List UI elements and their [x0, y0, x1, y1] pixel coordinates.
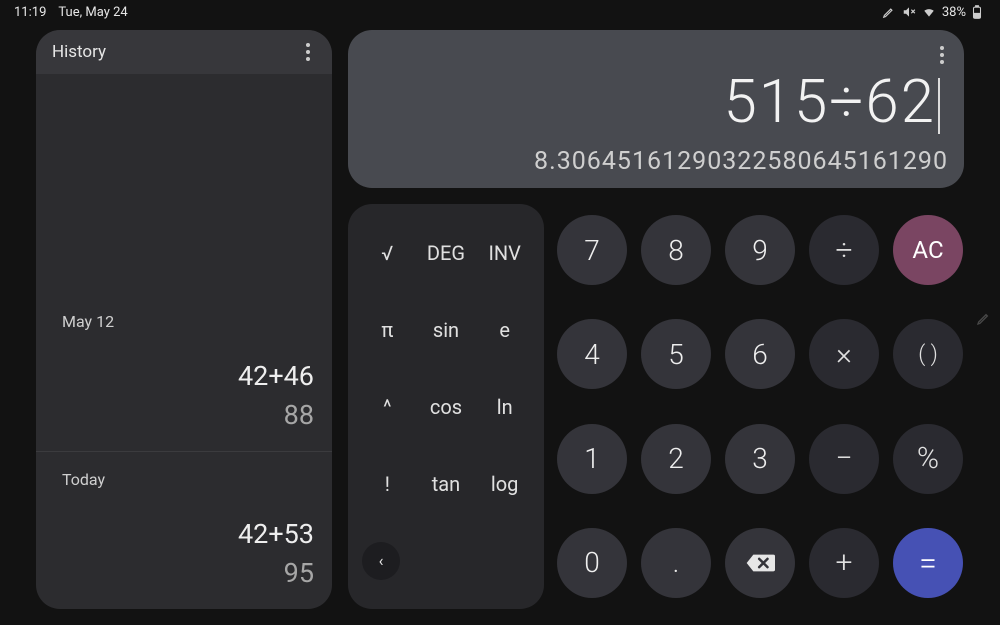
calc-display[interactable]: 515÷62 8.30645161290322580645161290: [348, 30, 964, 188]
history-group[interactable]: May 12 42+46 88: [36, 294, 332, 451]
history-result: 95: [62, 556, 314, 591]
history-date: Today: [62, 470, 314, 489]
digit-0-button[interactable]: 0: [557, 528, 627, 598]
deg-button[interactable]: DEG: [419, 216, 474, 289]
wifi-icon: [922, 5, 936, 19]
battery-percent: 38%: [942, 5, 966, 20]
divide-button[interactable]: ÷: [809, 215, 879, 285]
digit-4-button[interactable]: 4: [557, 319, 627, 389]
sqrt-button[interactable]: √: [360, 216, 415, 289]
status-date: Tue, May 24: [58, 5, 127, 20]
digit-9-button[interactable]: 9: [725, 215, 795, 285]
factorial-button[interactable]: !: [360, 447, 415, 520]
battery-icon: [972, 5, 986, 19]
history-body: May 12 42+46 88 Today 42+53 95: [36, 74, 332, 609]
log-button[interactable]: log: [477, 447, 532, 520]
digit-1-button[interactable]: 1: [557, 424, 627, 494]
add-button[interactable]: +: [809, 528, 879, 598]
decimal-button[interactable]: .: [641, 528, 711, 598]
history-title: History: [52, 42, 106, 62]
result-line: 8.30645161290322580645161290: [364, 147, 948, 176]
sin-button[interactable]: sin: [419, 293, 474, 366]
cos-button[interactable]: cos: [419, 370, 474, 443]
backspace-button[interactable]: [725, 528, 795, 598]
history-expression: 42+53: [62, 517, 314, 552]
status-time: 11:19: [14, 5, 46, 20]
mute-icon: [902, 5, 916, 19]
side-pen-icon[interactable]: [976, 310, 992, 330]
backspace-icon: [745, 552, 775, 574]
history-more-icon[interactable]: [300, 37, 316, 67]
pi-button[interactable]: π: [360, 293, 415, 366]
multiply-button[interactable]: ×: [809, 319, 879, 389]
parentheses-button[interactable]: ( ): [893, 319, 963, 389]
percent-button[interactable]: %: [893, 424, 963, 494]
history-panel: History May 12 42+46 88 Today 42+53 95: [36, 30, 332, 609]
ln-button[interactable]: ln: [477, 370, 532, 443]
all-clear-button[interactable]: AC: [893, 215, 963, 285]
history-date: May 12: [62, 312, 314, 331]
digit-8-button[interactable]: 8: [641, 215, 711, 285]
subtract-button[interactable]: −: [809, 424, 879, 494]
digit-3-button[interactable]: 3: [725, 424, 795, 494]
history-group[interactable]: Today 42+53 95: [36, 452, 332, 609]
expression-line[interactable]: 515÷62: [364, 38, 948, 137]
history-header: History: [36, 30, 332, 74]
equals-button[interactable]: =: [893, 528, 963, 598]
numeric-pad: 7 8 9 ÷ AC 4 5 6 × ( ) 1 2 3 − % 0 .: [556, 204, 964, 609]
digit-2-button[interactable]: 2: [641, 424, 711, 494]
history-expression: 42+46: [62, 359, 314, 394]
digit-5-button[interactable]: 5: [641, 319, 711, 389]
e-button[interactable]: e: [477, 293, 532, 366]
scientific-pad: √ DEG INV π sin e ^ cos ln ! tan log ‹: [348, 204, 544, 609]
status-bar: 11:19 Tue, May 24 38%: [0, 0, 1000, 24]
pen-icon: [882, 5, 896, 19]
inv-button[interactable]: INV: [477, 216, 532, 289]
digit-6-button[interactable]: 6: [725, 319, 795, 389]
power-button[interactable]: ^: [360, 370, 415, 443]
digit-7-button[interactable]: 7: [557, 215, 627, 285]
tan-button[interactable]: tan: [419, 447, 474, 520]
history-result: 88: [62, 398, 314, 433]
collapse-sci-icon[interactable]: ‹: [362, 542, 400, 580]
